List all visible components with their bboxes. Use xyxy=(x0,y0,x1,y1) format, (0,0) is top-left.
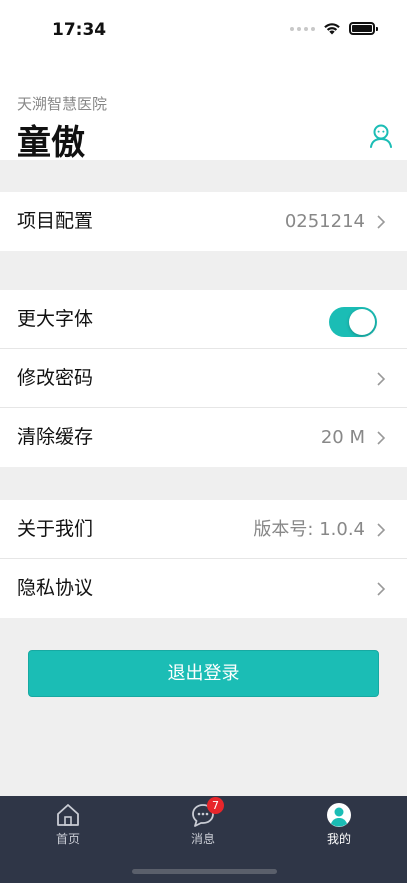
logout-button[interactable]: 退出登录 xyxy=(28,650,379,697)
larger-font-label: 更大字体 xyxy=(17,308,94,330)
clear-cache-row[interactable]: 清除缓存 20 M xyxy=(0,408,407,467)
settings-group-about: 关于我们 版本号: 1.0.4 隐私协议 xyxy=(0,500,407,618)
home-indicator xyxy=(132,869,277,874)
chevron-right-icon xyxy=(377,372,386,386)
tab-mine-label: 我的 xyxy=(326,832,351,846)
battery-icon xyxy=(349,22,378,35)
profile-header: 天溯智慧医院 童傲 xyxy=(0,60,407,163)
signal-icon xyxy=(290,26,315,31)
tab-mine[interactable]: 我的 xyxy=(299,802,379,847)
chevron-right-icon xyxy=(377,523,386,537)
project-config-row[interactable]: 项目配置 0251214 xyxy=(0,192,407,251)
message-icon-wrap: 7 xyxy=(190,797,224,828)
about-us-row[interactable]: 关于我们 版本号: 1.0.4 xyxy=(0,500,407,559)
status-bar: 17:34 xyxy=(0,0,407,60)
tab-home[interactable]: 首页 xyxy=(28,802,108,847)
toggle-knob xyxy=(349,309,375,335)
status-icons xyxy=(290,22,378,35)
chevron-right-icon xyxy=(377,582,386,596)
settings-group-project: 项目配置 0251214 xyxy=(0,192,407,251)
project-config-value: 0251214 xyxy=(284,211,365,232)
status-time: 17:34 xyxy=(52,20,107,40)
person-icon xyxy=(327,803,351,827)
chevron-right-icon xyxy=(377,215,386,229)
clear-cache-value: 20 M xyxy=(320,427,365,448)
user-profile-icon[interactable] xyxy=(368,123,394,149)
change-password-label: 修改密码 xyxy=(17,367,94,389)
home-icon xyxy=(57,804,79,826)
version-value: 版本号: 1.0.4 xyxy=(253,519,365,540)
tab-home-label: 首页 xyxy=(55,832,80,846)
privacy-label: 隐私协议 xyxy=(17,577,94,599)
larger-font-row: 更大字体 xyxy=(0,290,407,349)
about-us-label: 关于我们 xyxy=(17,518,94,540)
user-name: 童傲 xyxy=(17,123,85,163)
wifi-icon xyxy=(324,23,340,35)
project-config-label: 项目配置 xyxy=(17,210,94,232)
tab-bar: 首页 7 消息 我的 xyxy=(0,796,407,883)
clear-cache-label: 清除缓存 xyxy=(17,426,94,448)
tab-messages-label: 消息 xyxy=(190,832,215,846)
privacy-row[interactable]: 隐私协议 xyxy=(0,559,407,618)
change-password-row[interactable]: 修改密码 xyxy=(0,349,407,408)
tab-messages[interactable]: 7 消息 xyxy=(163,797,243,847)
message-badge: 7 xyxy=(207,797,224,814)
settings-group-general: 更大字体 修改密码 清除缓存 20 M xyxy=(0,290,407,467)
hospital-name: 天溯智慧医院 xyxy=(17,95,108,113)
larger-font-toggle[interactable] xyxy=(329,307,377,337)
chevron-right-icon xyxy=(377,431,386,445)
